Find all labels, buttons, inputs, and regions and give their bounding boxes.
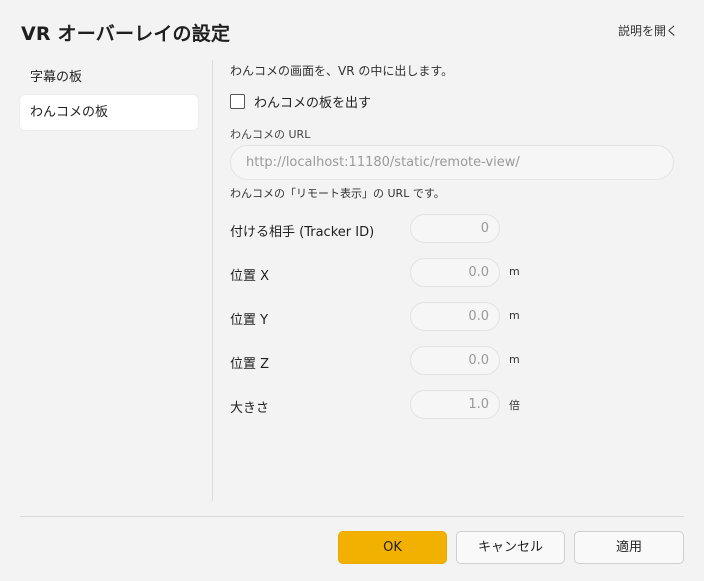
vertical-divider [212,60,213,501]
url-input[interactable]: http://localhost:11180/static/remote-vie… [230,145,674,180]
size-input[interactable]: 1.0 [410,390,500,419]
tracker-id-input[interactable]: 0 [410,214,500,243]
help-link[interactable]: 説明を開く [618,22,678,39]
position-y-input[interactable]: 0.0 [410,302,500,331]
position-x-unit: m [509,265,520,278]
show-board-checkbox-row[interactable]: わんコメの板を出す [230,92,371,111]
position-z-label: 位置 Z [230,357,270,372]
size-label: 大きさ [230,401,270,416]
show-board-checkbox-label: わんコメの板を出す [254,96,372,111]
tracker-row: 付ける相手 (Tracker ID) 0 [230,214,680,244]
size-unit: 倍 [509,399,520,412]
sidebar: 字幕の板 わんコメの板 [20,60,198,130]
url-field-label: わんコメの URL [230,128,311,141]
size-row: 大きさ 1.0 倍 [230,390,680,420]
sidebar-item-onecomme-board[interactable]: わんコメの板 [20,95,198,130]
position-z-input[interactable]: 0.0 [410,346,500,375]
apply-button[interactable]: 適用 [574,531,684,564]
position-x-row: 位置 X 0.0 m [230,258,680,288]
position-y-row: 位置 Y 0.0 m [230,302,680,332]
dialog-title: VR オーバーレイの設定 [21,23,231,45]
footer-divider [20,516,684,517]
position-z-row: 位置 Z 0.0 m [230,346,680,376]
cancel-button[interactable]: キャンセル [456,531,565,564]
tracker-label: 付ける相手 (Tracker ID) [230,225,375,240]
url-field-note: わんコメの「リモート表示」の URL です。 [230,187,445,200]
ok-button[interactable]: OK [338,531,447,564]
sidebar-item-subtitle-board[interactable]: 字幕の板 [20,60,198,95]
position-z-unit: m [509,353,520,366]
show-board-checkbox[interactable] [230,94,245,109]
position-x-label: 位置 X [230,269,270,284]
panel-description: わんコメの画面を、VR の中に出します。 [230,64,454,78]
position-x-input[interactable]: 0.0 [410,258,500,287]
position-y-label: 位置 Y [230,313,269,328]
position-y-unit: m [509,309,520,322]
